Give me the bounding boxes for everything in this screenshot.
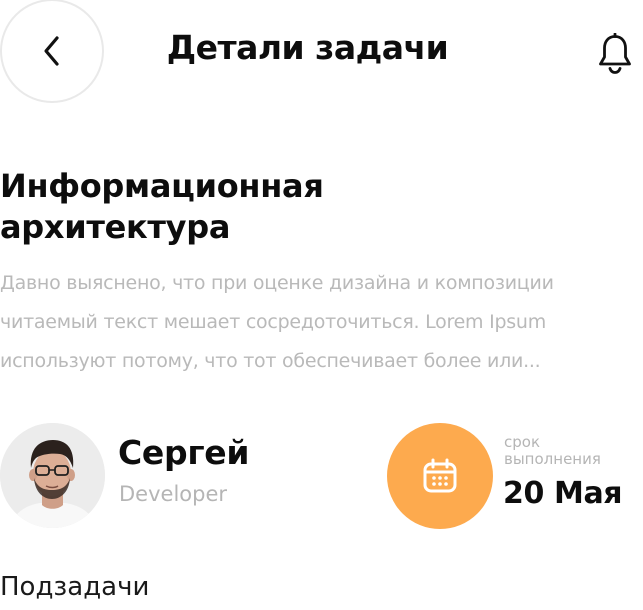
task-title: Информационная архитектура xyxy=(0,166,420,248)
due-date: 20 Мая xyxy=(503,476,623,511)
back-button[interactable] xyxy=(0,0,104,103)
assignee-role: Developer xyxy=(119,482,228,506)
due-label: срок выполнения xyxy=(504,434,639,468)
notifications-button[interactable] xyxy=(595,32,635,76)
avatar[interactable] xyxy=(0,423,105,528)
task-description-line: используют потому, что тот обеспечивает … xyxy=(0,350,541,372)
task-title-line: архитектура xyxy=(0,208,231,246)
due-date-badge xyxy=(387,423,493,529)
task-title-line: Информационная xyxy=(0,167,324,205)
page-title: Детали задачи xyxy=(166,28,449,67)
task-description-line: Давно выяснено, что при оценке дизайна и… xyxy=(0,272,554,294)
due-label-line: выполнения xyxy=(504,450,601,468)
bell-icon xyxy=(599,33,631,74)
task-details-screen: Детали задачи Информационная архитектура… xyxy=(0,0,643,610)
chevron-left-icon xyxy=(44,36,59,66)
subtasks-heading: Подзадачи xyxy=(0,572,150,602)
task-description: Давно выяснено, что при оценке дизайна и… xyxy=(0,264,640,381)
avatar-image xyxy=(0,423,105,528)
assignee-name: Сергей xyxy=(118,433,250,472)
calendar-icon xyxy=(423,458,457,493)
task-description-line: читаемый текст мешает сосредоточиться. L… xyxy=(0,311,546,333)
due-label-line: срок xyxy=(504,433,541,451)
